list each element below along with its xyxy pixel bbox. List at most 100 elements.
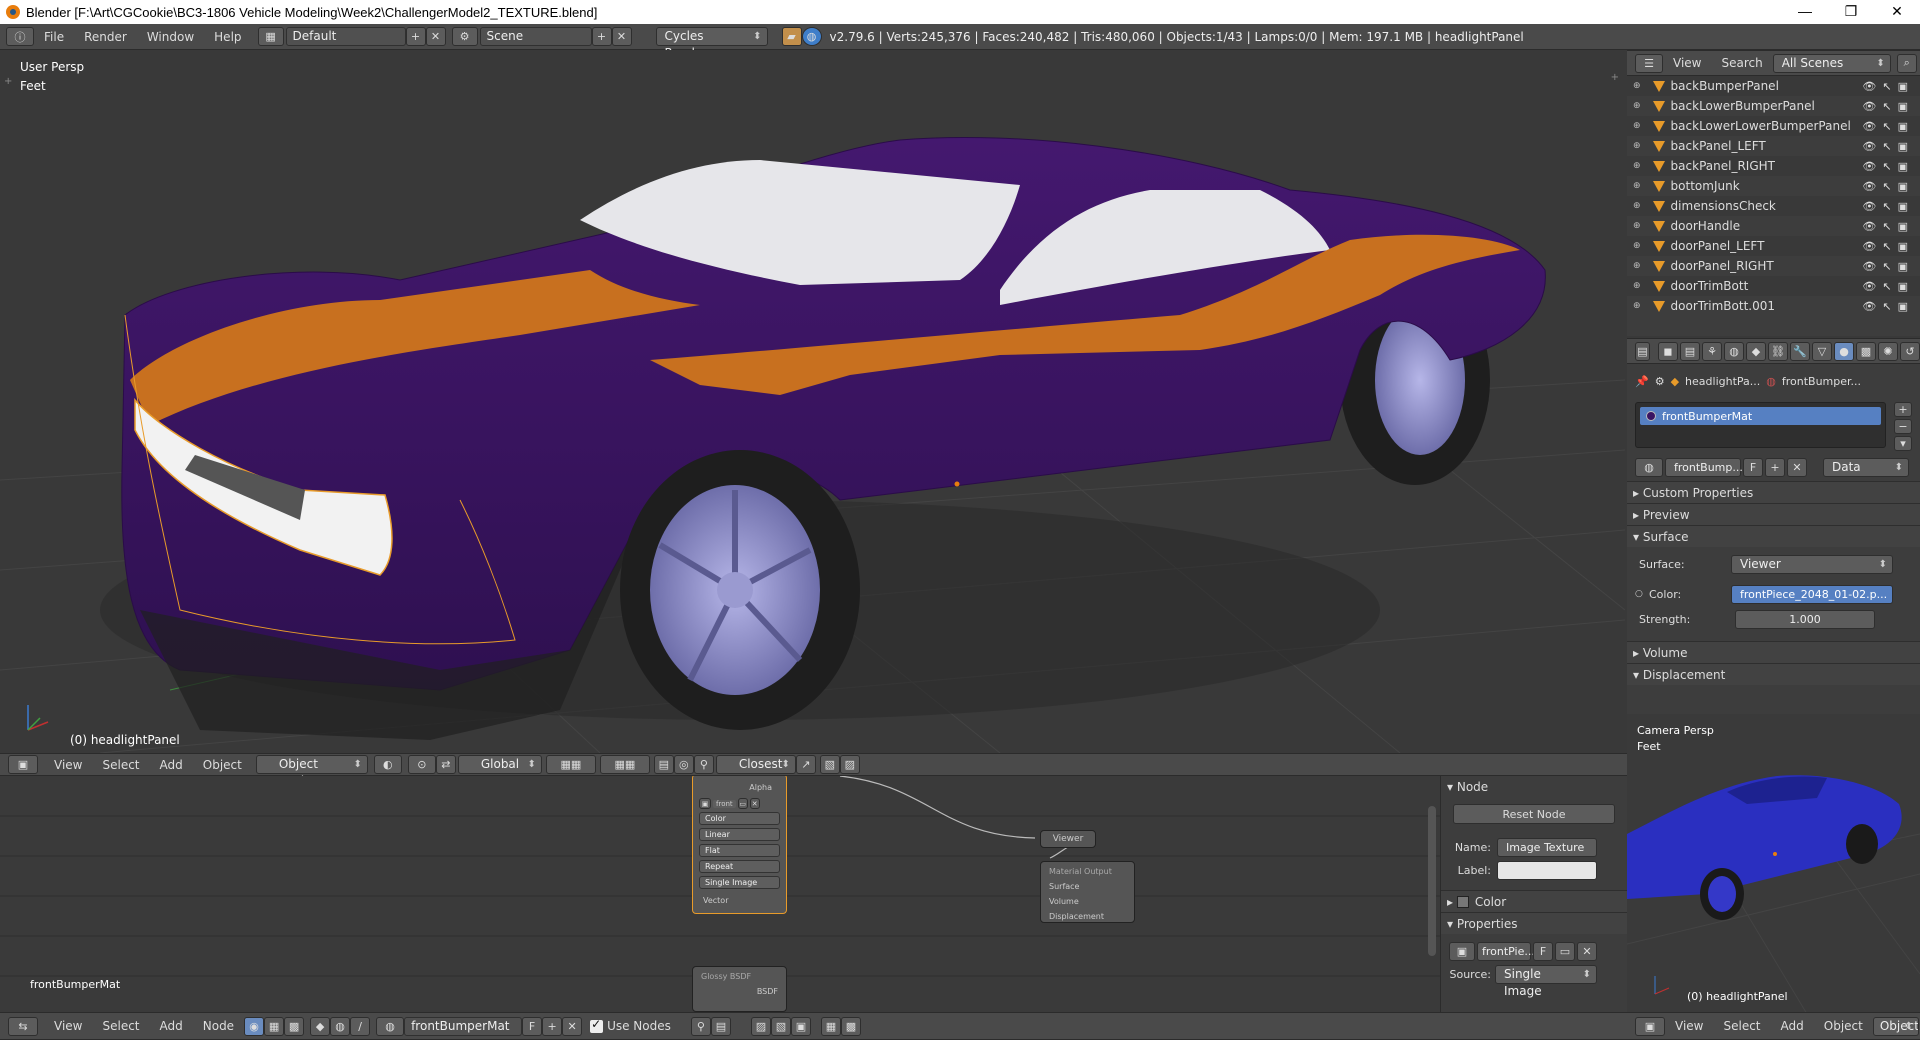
image-name-field[interactable]: front xyxy=(713,799,736,808)
editor-type-info-icon[interactable]: ⓘ xyxy=(6,27,34,46)
toolshelf-toggle-icon[interactable]: + xyxy=(4,76,12,87)
selectable-cursor-icon[interactable]: ↖ xyxy=(1882,280,1891,293)
line-style-icon[interactable]: ∕ xyxy=(350,1016,371,1036)
outliner-item[interactable]: ⊕ doorHandle 👁 ↖ ▣ xyxy=(1627,216,1920,236)
modifiers-tab-icon[interactable]: 🔧 xyxy=(1790,341,1810,361)
outliner-item-label[interactable]: backPanel_LEFT xyxy=(1671,139,1766,153)
mode-dropdown[interactable]: Object Mode xyxy=(255,755,368,788)
use-nodes-checkbox[interactable] xyxy=(590,1017,604,1033)
menu-file[interactable]: File xyxy=(34,30,74,44)
visibility-eye-icon[interactable]: 👁 xyxy=(1862,160,1876,173)
volume-panel[interactable]: ▸ Volume xyxy=(1627,641,1920,663)
selectable-cursor-icon[interactable]: ↖ xyxy=(1882,140,1891,153)
extension-dropdown[interactable]: Repeat xyxy=(699,860,780,873)
node-image-fake-user[interactable]: F xyxy=(1533,942,1553,961)
color-socket-icon[interactable]: ○ xyxy=(1635,589,1649,599)
node-name-field[interactable]: Image Texture xyxy=(1497,838,1597,857)
image-unlink-icon[interactable]: ✕ xyxy=(749,798,760,809)
particles-tab-icon[interactable]: ✺ xyxy=(1878,341,1898,361)
visibility-eye-icon[interactable]: 👁 xyxy=(1862,140,1876,153)
visibility-eye-icon[interactable]: 👁 xyxy=(1862,200,1876,213)
selectable-cursor-icon[interactable]: ↖ xyxy=(1882,240,1891,253)
outliner-item[interactable]: ⊕ doorPanel_RIGHT 👁 ↖ ▣ xyxy=(1627,256,1920,276)
world-shader-icon[interactable]: ◍ xyxy=(330,1016,351,1036)
node-image-field[interactable]: frontPie... xyxy=(1477,942,1535,961)
render-anim-icon[interactable]: ▨ xyxy=(839,755,860,774)
pin-icon[interactable]: 📌 xyxy=(1635,375,1649,388)
outliner-item[interactable]: ⊕ doorTrimBott 👁 ↖ ▣ xyxy=(1627,276,1920,296)
node-image-unlink-icon[interactable]: ✕ xyxy=(1577,942,1597,961)
renderable-camera-icon[interactable]: ▣ xyxy=(1898,100,1908,113)
preview-panel[interactable]: ▸ Preview xyxy=(1627,503,1920,525)
material-output-node[interactable]: Material Output Surface Volume Displacem… xyxy=(1040,861,1135,923)
menu-render[interactable]: Render xyxy=(74,30,137,44)
outliner-filter-dropdown[interactable]: All Scenes xyxy=(1772,53,1891,73)
renderable-camera-icon[interactable]: ▣ xyxy=(1898,300,1908,313)
proportional-edit-icon[interactable]: ◎ xyxy=(673,755,694,774)
pivot-point-icon[interactable]: ⊙ xyxy=(407,755,436,774)
editor-type-3d-2-icon[interactable]: ▣ xyxy=(1635,1016,1665,1036)
menu-object[interactable]: Object xyxy=(193,758,252,772)
menu-add[interactable]: Add xyxy=(150,758,193,772)
renderable-camera-icon[interactable]: ▣ xyxy=(1898,80,1908,93)
expand-icon[interactable]: ⊕ xyxy=(1633,141,1641,151)
render-node-icon[interactable]: ▦ xyxy=(820,1016,841,1036)
outliner-item-label[interactable]: backLowerBumperPanel xyxy=(1671,99,1815,113)
scene-tab-icon[interactable]: ⚘ xyxy=(1702,341,1722,361)
material-browse-node-icon[interactable]: ◍ xyxy=(376,1016,405,1036)
orientation-dropdown[interactable]: Global xyxy=(457,755,542,774)
material-tab-icon[interactable]: ● xyxy=(1834,341,1854,361)
color-space-dropdown[interactable]: Color xyxy=(699,812,780,825)
renderable-camera-icon[interactable]: ▣ xyxy=(1898,280,1908,293)
editor-type-properties-icon[interactable]: ▤ xyxy=(1635,341,1650,361)
outliner-item[interactable]: ⊕ backPanel_RIGHT 👁 ↖ ▣ xyxy=(1627,156,1920,176)
node-panel-header[interactable]: ▾ Node xyxy=(1441,776,1627,798)
outliner-item[interactable]: ⊕ backLowerBumperPanel 👁 ↖ ▣ xyxy=(1627,96,1920,116)
cam-menu-select[interactable]: Select xyxy=(1713,1019,1770,1033)
screen-layout-icon[interactable]: ▦ xyxy=(257,27,284,46)
selectable-cursor-icon[interactable]: ↖ xyxy=(1882,180,1891,193)
texture-tab-icon[interactable]: ▩ xyxy=(1856,341,1876,361)
scene-icon[interactable]: ⚙ xyxy=(451,27,478,46)
outliner-item[interactable]: ⊕ bottomJunk 👁 ↖ ▣ xyxy=(1627,176,1920,196)
outliner-item-label[interactable]: doorHandle xyxy=(1671,219,1741,233)
node-color-panel[interactable]: ▸ Color xyxy=(1441,890,1627,912)
viewport-shading-icon[interactable]: ◐ xyxy=(373,755,402,774)
reset-node-button[interactable]: Reset Node xyxy=(1453,804,1615,824)
selectable-cursor-icon[interactable]: ↖ xyxy=(1882,160,1891,173)
selectable-cursor-icon[interactable]: ↖ xyxy=(1882,80,1891,93)
menu-select[interactable]: Select xyxy=(92,758,149,772)
renderable-camera-icon[interactable]: ▣ xyxy=(1898,160,1908,173)
outliner-item-label[interactable]: backLowerLowerBumperPanel xyxy=(1671,119,1851,133)
minimize-button[interactable]: — xyxy=(1782,0,1828,24)
shader-nodes-icon[interactable]: ◉ xyxy=(244,1016,265,1036)
new-material-icon[interactable]: + xyxy=(1765,458,1785,477)
selectable-cursor-icon[interactable]: ↖ xyxy=(1882,300,1891,313)
properties-toggle-icon[interactable]: + xyxy=(1611,72,1619,83)
remove-scene-icon[interactable]: ✕ xyxy=(611,27,632,46)
custom-properties-panel[interactable]: ▸ Custom Properties xyxy=(1627,481,1920,503)
selectable-cursor-icon[interactable]: ↖ xyxy=(1882,100,1891,113)
expand-icon[interactable]: ⊕ xyxy=(1633,181,1641,191)
renderable-camera-icon[interactable]: ▣ xyxy=(1898,220,1908,233)
link-dropdown[interactable]: Data xyxy=(1823,458,1909,477)
scene-field[interactable]: Scene xyxy=(479,27,592,46)
selectable-cursor-icon[interactable]: ↖ xyxy=(1882,220,1891,233)
maximize-button[interactable]: ❐ xyxy=(1828,0,1874,24)
expand-icon[interactable]: ⊕ xyxy=(1633,281,1641,291)
node-editor-scrollbar[interactable] xyxy=(1428,806,1436,956)
node-fake-user-button[interactable]: F xyxy=(522,1016,543,1036)
visibility-eye-icon[interactable]: 👁 xyxy=(1862,300,1876,313)
node-menu-select[interactable]: Select xyxy=(92,1019,149,1033)
outliner-item-label[interactable]: doorPanel_LEFT xyxy=(1671,239,1765,253)
selectable-cursor-icon[interactable]: ↖ xyxy=(1882,260,1891,273)
expand-icon[interactable]: ⊕ xyxy=(1633,161,1641,171)
visibility-eye-icon[interactable]: 👁 xyxy=(1862,180,1876,193)
menu-window[interactable]: Window xyxy=(137,30,204,44)
visibility-eye-icon[interactable]: 👁 xyxy=(1862,240,1876,253)
renderable-camera-icon[interactable]: ▣ xyxy=(1898,120,1908,133)
expand-icon[interactable]: ⊕ xyxy=(1633,221,1641,231)
glossy-bsdf-node[interactable]: Glossy BSDF BSDF xyxy=(692,966,787,1012)
snap-icon[interactable]: ⚲ xyxy=(693,755,714,774)
constraints-tab-icon[interactable]: ⛓ xyxy=(1768,341,1788,361)
